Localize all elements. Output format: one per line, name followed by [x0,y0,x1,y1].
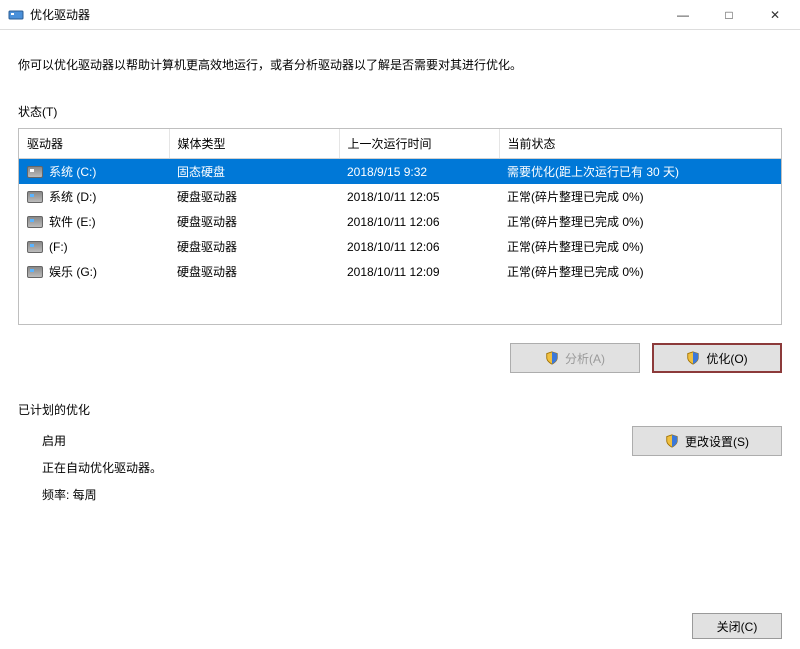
drive-media: 固态硬盘 [169,159,339,185]
scheduled-enabled-label: 启用 [42,432,632,449]
drive-last-run: 2018/10/11 12:06 [339,209,499,234]
minimize-button[interactable]: — [660,0,706,30]
drive-icon [27,241,43,253]
app-icon [8,7,24,23]
optimize-button-label: 优化(O) [706,350,747,367]
drive-media: 硬盘驱动器 [169,259,339,284]
description-text: 你可以优化驱动器以帮助计算机更高效地运行，或者分析驱动器以了解是否需要对其进行优… [18,56,782,73]
drive-status: 正常(碎片整理已完成 0%) [499,259,781,284]
drive-name: 系统 (C:) [49,163,96,180]
analyze-button[interactable]: 分析(A) [510,343,640,373]
drive-list-box: 驱动器 媒体类型 上一次运行时间 当前状态 系统 (C:) 固态硬盘2018/9/… [18,128,782,325]
table-row[interactable]: 系统 (C:) 固态硬盘2018/9/15 9:32需要优化(距上次运行已有 30… [19,159,781,185]
drive-name: 系统 (D:) [49,188,96,205]
title-bar: 优化驱动器 — □ ✕ [0,0,800,30]
drive-media: 硬盘驱动器 [169,234,339,259]
drive-last-run: 2018/10/11 12:06 [339,234,499,259]
table-row[interactable]: 系统 (D:) 硬盘驱动器2018/10/11 12:05正常(碎片整理已完成 0… [19,184,781,209]
drive-icon [27,266,43,278]
drive-status: 正常(碎片整理已完成 0%) [499,184,781,209]
shield-icon [545,351,559,365]
drive-media: 硬盘驱动器 [169,184,339,209]
drive-last-run: 2018/9/15 9:32 [339,159,499,185]
shield-icon [686,351,700,365]
table-row[interactable]: 娱乐 (G:) 硬盘驱动器2018/10/11 12:09正常(碎片整理已完成 0… [19,259,781,284]
column-header-drive[interactable]: 驱动器 [19,129,169,159]
drive-name: (F:) [49,240,68,254]
window-title: 优化驱动器 [30,6,90,23]
change-settings-button[interactable]: 更改设置(S) [632,426,782,456]
close-window-button[interactable]: ✕ [752,0,798,30]
optimize-button[interactable]: 优化(O) [652,343,782,373]
maximize-button[interactable]: □ [706,0,752,30]
drive-name: 软件 (E:) [49,213,96,230]
shield-icon [665,434,679,448]
column-header-media[interactable]: 媒体类型 [169,129,339,159]
drive-table: 驱动器 媒体类型 上一次运行时间 当前状态 系统 (C:) 固态硬盘2018/9/… [19,129,781,284]
drive-name: 娱乐 (G:) [49,263,97,280]
column-header-last-run[interactable]: 上一次运行时间 [339,129,499,159]
scheduled-heading: 已计划的优化 [18,401,782,418]
drive-status: 正常(碎片整理已完成 0%) [499,209,781,234]
drive-icon [27,166,43,178]
drive-icon [27,216,43,228]
change-settings-label: 更改设置(S) [685,433,749,450]
drive-last-run: 2018/10/11 12:09 [339,259,499,284]
close-button[interactable]: 关闭(C) [692,613,782,639]
table-row[interactable]: (F:) 硬盘驱动器2018/10/11 12:06正常(碎片整理已完成 0%) [19,234,781,259]
drive-status: 需要优化(距上次运行已有 30 天) [499,159,781,185]
table-row[interactable]: 软件 (E:) 硬盘驱动器2018/10/11 12:06正常(碎片整理已完成 0… [19,209,781,234]
drive-icon [27,191,43,203]
scheduled-line2: 频率: 每周 [42,486,632,503]
drive-last-run: 2018/10/11 12:05 [339,184,499,209]
analyze-button-label: 分析(A) [565,350,605,367]
column-header-status[interactable]: 当前状态 [499,129,781,159]
drive-media: 硬盘驱动器 [169,209,339,234]
drive-status: 正常(碎片整理已完成 0%) [499,234,781,259]
status-label: 状态(T) [18,103,782,120]
scheduled-line1: 正在自动优化驱动器。 [42,459,632,476]
